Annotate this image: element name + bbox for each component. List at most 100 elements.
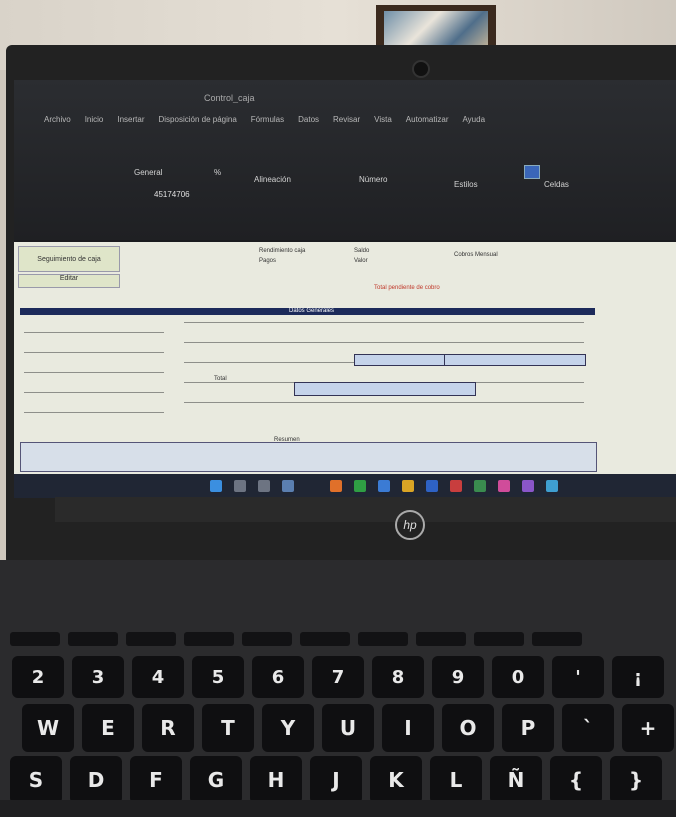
function-key[interactable]: [68, 632, 118, 646]
sheet-text: Pagos: [259, 258, 277, 264]
hp-logo: hp: [395, 510, 425, 540]
sheet-text: Total: [214, 376, 227, 382]
sheet-button-edit[interactable]: Editar: [18, 274, 120, 288]
key[interactable]: I: [382, 704, 434, 752]
windows-start-icon[interactable]: [210, 480, 222, 492]
key[interactable]: D: [70, 756, 122, 804]
menu-item[interactable]: Revisar: [333, 115, 360, 124]
grid-line: [184, 322, 584, 323]
home-letter-row: S D F G H J K L Ñ { }: [10, 756, 662, 804]
function-key[interactable]: [126, 632, 176, 646]
edge-icon[interactable]: [378, 480, 390, 492]
highlight-cell[interactable]: [354, 354, 446, 366]
search-icon[interactable]: [234, 480, 246, 492]
key[interactable]: ': [552, 656, 604, 698]
menu-item[interactable]: Disposición de página: [159, 115, 237, 124]
highlight-cell[interactable]: [294, 382, 476, 396]
laptop-screen: Control_caja Archivo Inicio Insertar Dis…: [14, 80, 676, 498]
function-key[interactable]: [416, 632, 466, 646]
app-icon[interactable]: [522, 480, 534, 492]
function-key[interactable]: [532, 632, 582, 646]
sheet-text: Valor: [354, 258, 368, 264]
menu-item[interactable]: Archivo: [44, 115, 71, 124]
key[interactable]: 4: [132, 656, 184, 698]
toolbar-label[interactable]: Número: [359, 175, 387, 184]
menu-item[interactable]: Fórmulas: [251, 115, 284, 124]
key[interactable]: T: [202, 704, 254, 752]
key[interactable]: L: [430, 756, 482, 804]
grid-line: [184, 402, 584, 403]
summary-table[interactable]: [20, 442, 597, 472]
menu-item[interactable]: Datos: [298, 115, 319, 124]
key[interactable]: 2: [12, 656, 64, 698]
toolbar-label[interactable]: Alineación: [254, 175, 291, 184]
highlight-cell[interactable]: [444, 354, 586, 366]
excel-icon[interactable]: [354, 480, 366, 492]
windows-taskbar: [14, 474, 676, 498]
key[interactable]: 3: [72, 656, 124, 698]
grid-line: [24, 392, 164, 393]
key[interactable]: F: [130, 756, 182, 804]
key[interactable]: Ñ: [490, 756, 542, 804]
spreadsheet[interactable]: Seguimiento de caja Editar Rendimiento c…: [14, 242, 676, 474]
key[interactable]: {: [550, 756, 602, 804]
key[interactable]: G: [190, 756, 242, 804]
key[interactable]: J: [310, 756, 362, 804]
menu-item[interactable]: Vista: [374, 115, 392, 124]
toolbar-label[interactable]: Celdas: [544, 180, 569, 189]
app-icon[interactable]: [474, 480, 486, 492]
sheet-button[interactable]: Seguimiento de caja: [18, 246, 120, 272]
word-icon[interactable]: [426, 480, 438, 492]
format-table-icon[interactable]: [524, 165, 540, 179]
key[interactable]: W: [22, 704, 74, 752]
key[interactable]: E: [82, 704, 134, 752]
key[interactable]: +: [622, 704, 674, 752]
key[interactable]: Y: [262, 704, 314, 752]
key[interactable]: S: [10, 756, 62, 804]
grid-line: [24, 372, 164, 373]
menu-item[interactable]: Ayuda: [462, 115, 485, 124]
toolbar-label[interactable]: %: [214, 168, 221, 177]
function-key[interactable]: [184, 632, 234, 646]
key[interactable]: R: [142, 704, 194, 752]
laptop-hinge: [55, 497, 676, 522]
key[interactable]: }: [610, 756, 662, 804]
key[interactable]: ¡: [612, 656, 664, 698]
toolbar-label[interactable]: Estilos: [454, 180, 478, 189]
grid-line: [24, 412, 164, 413]
menu-item[interactable]: Inicio: [85, 115, 104, 124]
key[interactable]: O: [442, 704, 494, 752]
powerpoint-icon[interactable]: [450, 480, 462, 492]
function-key[interactable]: [300, 632, 350, 646]
section-header: Datos Generales: [289, 308, 335, 314]
widgets-icon[interactable]: [282, 480, 294, 492]
key[interactable]: 7: [312, 656, 364, 698]
menu-item[interactable]: Insertar: [117, 115, 144, 124]
key[interactable]: H: [250, 756, 302, 804]
app-icon[interactable]: [498, 480, 510, 492]
menu-bar: Archivo Inicio Insertar Disposición de p…: [44, 115, 485, 124]
key[interactable]: `: [562, 704, 614, 752]
key[interactable]: 9: [432, 656, 484, 698]
function-key[interactable]: [358, 632, 408, 646]
function-key[interactable]: [242, 632, 292, 646]
toolbar-label[interactable]: General: [134, 168, 162, 177]
function-key[interactable]: [10, 632, 60, 646]
app-icon[interactable]: [546, 480, 558, 492]
key[interactable]: P: [502, 704, 554, 752]
menu-item[interactable]: Automatizar: [406, 115, 449, 124]
file-explorer-icon[interactable]: [402, 480, 414, 492]
grid-line: [24, 352, 164, 353]
sheet-text: Saldo: [354, 248, 370, 254]
office-icon[interactable]: [330, 480, 342, 492]
key[interactable]: 5: [192, 656, 244, 698]
function-key[interactable]: [474, 632, 524, 646]
laptop-bottom-edge: [0, 800, 676, 817]
key[interactable]: 0: [492, 656, 544, 698]
key[interactable]: U: [322, 704, 374, 752]
key[interactable]: 6: [252, 656, 304, 698]
key[interactable]: K: [370, 756, 422, 804]
task-view-icon[interactable]: [258, 480, 270, 492]
cell-reference: 45174706: [154, 190, 190, 199]
key[interactable]: 8: [372, 656, 424, 698]
